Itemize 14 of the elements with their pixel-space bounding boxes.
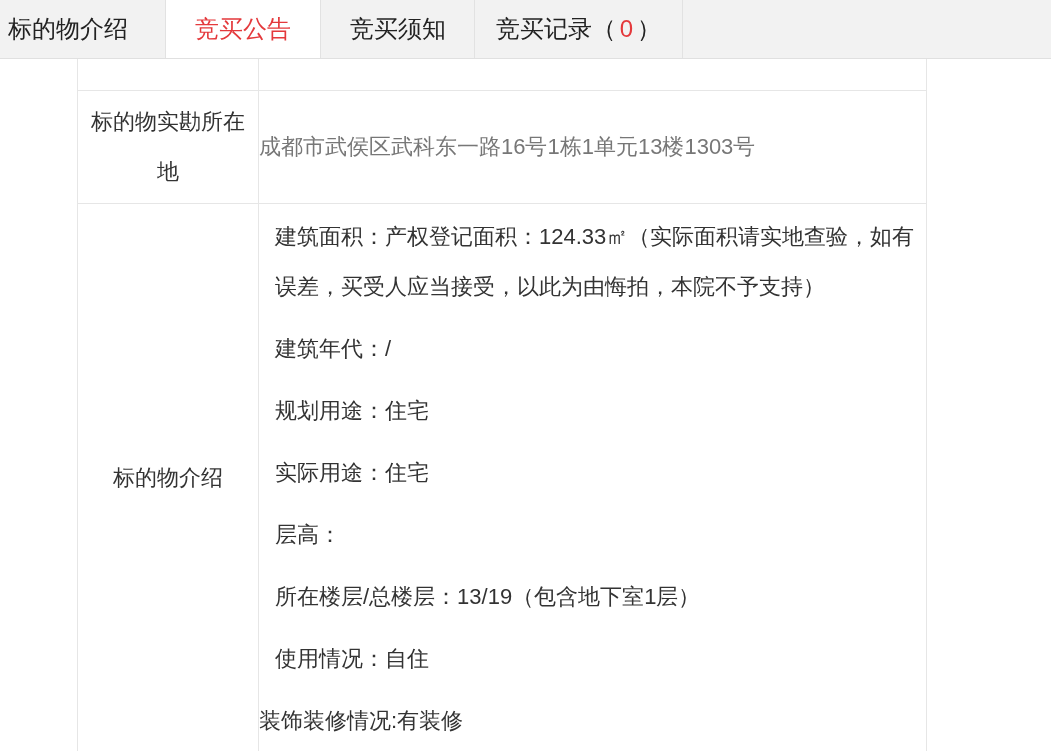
paragraph: 使用情况：自住 [274,645,430,673]
row-label: 标的物实勘所在地 [90,108,246,186]
paragraph: 实际用途：住宅 [274,459,430,487]
paragraph: 规划用途：住宅 [274,397,430,425]
row-label: 标的物介绍 [113,464,223,492]
paragraph: 建筑年代：/ [274,335,393,363]
tab[interactable]: 竞买须知 [321,0,475,58]
tab[interactable]: 竞买记录（ 0 ） [475,0,683,58]
row-value: 成都市武侯区武科东一路16号1栋1单元13楼1303号 [259,133,756,161]
paragraph: 所在楼层/总楼层：13/19（包含地下室1层） [274,583,702,611]
paragraph: 层高： [274,521,342,549]
paragraph: 装饰装修情况:有装修 [259,707,465,735]
tab[interactable]: 竞买公告 [166,0,321,58]
paragraph: 建筑面积：产权登记面积：124.33㎡（实际面积请实地查验，如有误差，买受人应当接受，以此为由悔拍，本院不予支持） [274,223,916,301]
